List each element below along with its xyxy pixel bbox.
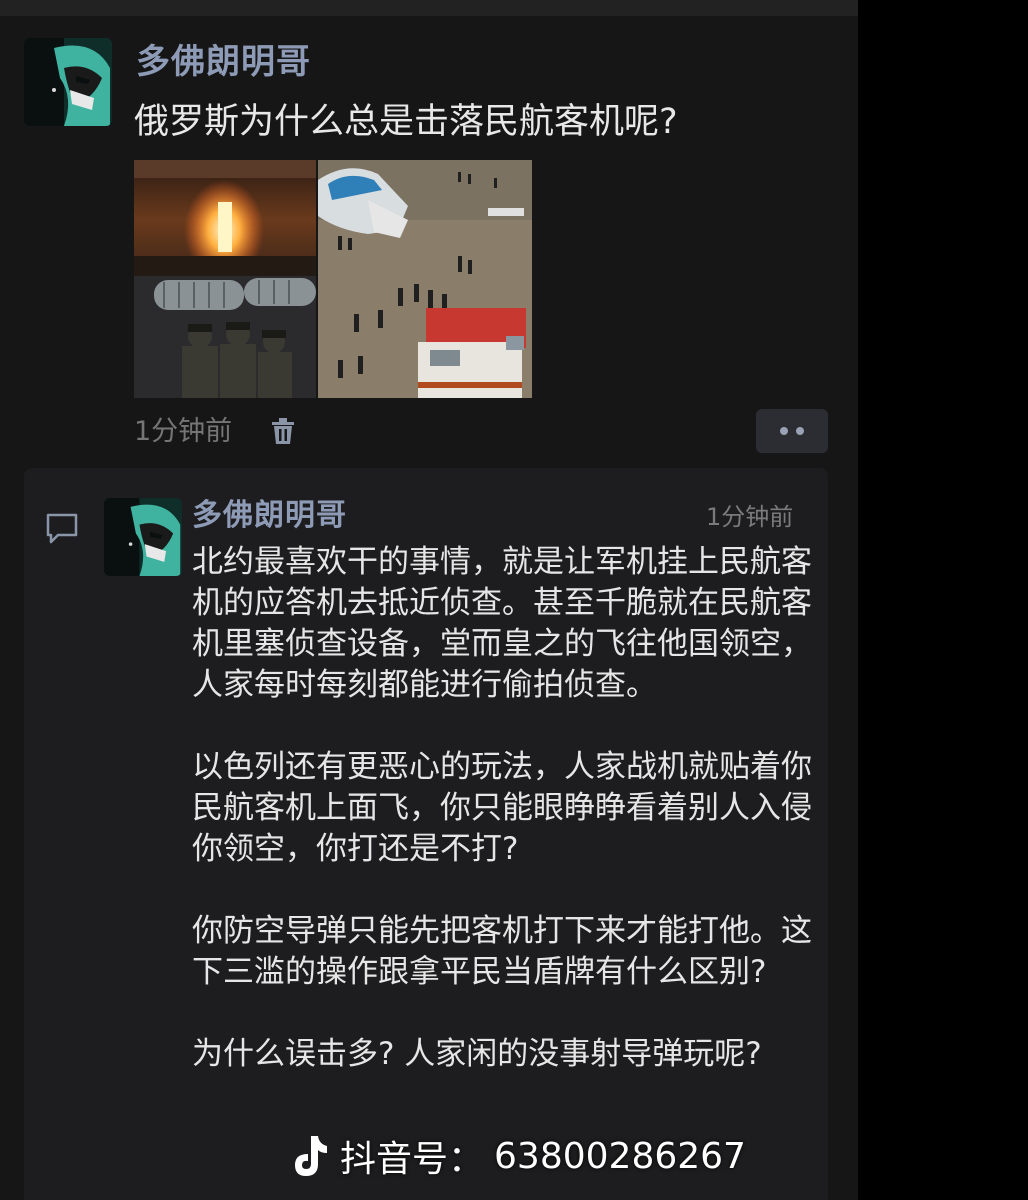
comment-paragraph: 以色列还有更恶心的玩法，人家战机就贴着你民航客机上面飞，你只能眼睁睁看着别人入侵…: [192, 749, 812, 867]
watermark-label: 抖音号：: [340, 1139, 485, 1180]
post-text: 俄罗斯为什么总是击落民航客机呢?: [134, 102, 678, 142]
douyin-watermark: 抖音号： 63800286267: [290, 1130, 746, 1182]
post-author-avatar[interactable]: [24, 38, 112, 126]
more-options-button[interactable]: [756, 409, 828, 453]
comment-author-name[interactable]: 多佛朗明哥: [192, 496, 347, 536]
trash-icon[interactable]: [266, 414, 300, 448]
right-margin: [858, 0, 1028, 1200]
comment-author-avatar[interactable]: [104, 498, 182, 576]
top-strip: [0, 0, 858, 16]
post-image-crash-site[interactable]: [318, 160, 532, 398]
comment-timestamp: 1分钟前: [706, 503, 794, 531]
comment-bubble-icon[interactable]: [44, 510, 80, 546]
post-image-grid: [134, 160, 532, 398]
comment-paragraph: 你防空导弹只能先把客机打下来才能打他。这下三滥的操作跟拿平民当盾牌有什么区别?: [192, 913, 812, 990]
comment-body: 北约最喜欢干的事情，就是让军机挂上民航客机的应答机去抵近侦查。甚至千脆就在民航客…: [192, 542, 812, 1116]
tiktok-logo-icon: [290, 1134, 330, 1178]
watermark-number: 63800286267: [494, 1135, 746, 1177]
post-author-name[interactable]: 多佛朗明哥: [136, 40, 311, 84]
more-dots-icon: [796, 427, 804, 435]
post-image-missile-launch[interactable]: [134, 160, 316, 398]
post-timestamp: 1分钟前: [134, 416, 233, 447]
comment-paragraph: 北约最喜欢干的事情，就是让军机挂上民航客机的应答机去抵近侦查。甚至千脆就在民航客…: [192, 544, 812, 703]
comment-paragraph: 为什么误击多? 人家闲的没事射导弹玩呢?: [192, 1036, 762, 1072]
app-window: 多佛朗明哥 俄罗斯为什么总是击落民航客机呢? 1分钟前 多佛朗明哥 1分钟前 北…: [0, 0, 858, 1200]
more-dots-icon: [780, 427, 788, 435]
